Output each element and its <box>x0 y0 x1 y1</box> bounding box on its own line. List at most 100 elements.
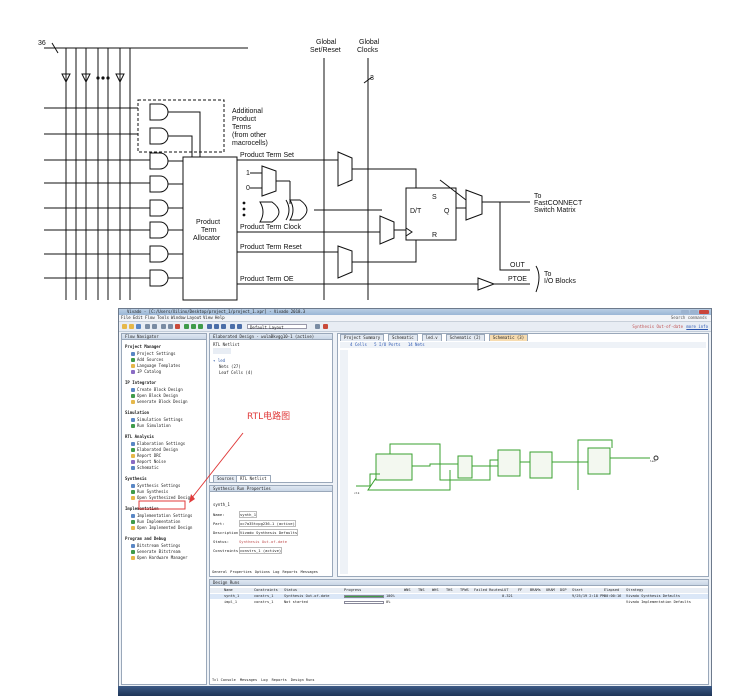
column-header[interactable]: URAM <box>546 588 555 593</box>
properties-tab[interactable]: Messages <box>301 570 318 574</box>
close-button[interactable] <box>699 310 709 314</box>
run-icon[interactable] <box>184 324 189 329</box>
netlist-nets[interactable]: Nets (27) <box>219 364 241 369</box>
new-project-icon[interactable] <box>122 324 127 329</box>
column-header[interactable]: TNS <box>418 588 425 593</box>
column-header[interactable]: BRAMs <box>530 588 541 593</box>
open-project-icon[interactable] <box>129 324 134 329</box>
properties-tab[interactable]: Properties <box>230 570 252 574</box>
fn-section-1[interactable]: IP Integrator <box>125 380 156 385</box>
properties-tab[interactable]: Reports <box>282 570 297 574</box>
menu-view[interactable]: View <box>203 315 213 321</box>
column-header[interactable]: Elapsed <box>604 588 619 593</box>
column-header[interactable]: WHS <box>432 588 439 593</box>
tab-sources[interactable]: Sources <box>213 475 238 482</box>
gear-icon[interactable] <box>221 324 226 329</box>
run-all-icon[interactable] <box>191 324 196 329</box>
netlist-root[interactable]: ▾ led <box>213 358 225 363</box>
column-header[interactable]: Name <box>224 588 233 593</box>
properties-tab[interactable]: Log <box>273 570 280 574</box>
bottom-tab[interactable]: Design Runs <box>290 678 315 682</box>
layout-icon[interactable] <box>237 324 242 329</box>
menu-edit[interactable]: Edit <box>133 315 143 321</box>
fn-item-0-1[interactable]: Add Sources <box>131 357 164 362</box>
column-header[interactable]: WNS <box>404 588 411 593</box>
fn-item-3-0[interactable]: Elaboration Settings <box>131 441 185 446</box>
column-header[interactable]: Progress <box>344 588 361 593</box>
fn-item-3-2[interactable]: Report DRC <box>131 453 161 458</box>
menu-layout[interactable]: Layout <box>187 315 201 321</box>
fn-item-1-2[interactable]: Generate Block Design <box>131 399 188 404</box>
settings-icon[interactable] <box>214 324 219 329</box>
fn-item-4-2[interactable]: Open Synthesized Design <box>131 495 192 500</box>
program-icon[interactable] <box>207 324 212 329</box>
fn-item-6-2[interactable]: Open Hardware Manager <box>131 555 188 560</box>
fn-item-0-2[interactable]: Language Templates <box>131 363 180 368</box>
tab-rtl-netlist[interactable]: RTL Netlist <box>236 475 271 482</box>
fn-section-6[interactable]: Program and Debug <box>125 536 166 541</box>
property-value[interactable]: constrs_1 (active) <box>239 547 283 554</box>
schematic-tab[interactable]: Project Summary <box>340 334 385 341</box>
column-header[interactable]: THS <box>446 588 453 593</box>
fn-item-4-1[interactable]: Run Synthesis <box>131 489 168 494</box>
column-header[interactable]: Constraints <box>254 588 278 593</box>
fn-item-6-0[interactable]: Bitstream Settings <box>131 543 180 548</box>
undo-icon[interactable] <box>145 324 150 329</box>
menu-flow[interactable]: Flow <box>145 315 155 321</box>
fn-item-2-1[interactable]: Run Simulation <box>131 423 171 428</box>
stop-icon[interactable] <box>323 324 328 329</box>
fn-item-1-0[interactable]: Create Block Design <box>131 387 183 392</box>
minimize-button[interactable] <box>681 310 689 314</box>
properties-tab[interactable]: General <box>212 570 227 574</box>
column-header[interactable]: TPWS <box>460 588 469 593</box>
table-row[interactable]: synth_1 constrs_1 Synthesis Out-of-date 100… <box>210 594 708 599</box>
fn-item-1-1[interactable]: Open Block Design <box>131 393 178 398</box>
property-value[interactable]: Vivado Synthesis Defaults <box>239 529 299 536</box>
layout-select[interactable]: Default Layout <box>247 324 307 330</box>
maximize-button[interactable] <box>690 310 698 314</box>
fn-item-5-0[interactable]: Implementation Settings <box>131 513 192 518</box>
fn-section-0[interactable]: Project Manager <box>125 344 161 349</box>
fn-item-0-0[interactable]: Project Settings <box>131 351 176 356</box>
column-header[interactable]: Status <box>284 588 297 593</box>
redo-icon[interactable] <box>152 324 157 329</box>
schematic-tab[interactable]: Schematic <box>388 334 418 341</box>
column-header[interactable]: Strategy <box>626 588 643 593</box>
bottom-tab[interactable]: Reports <box>272 678 287 682</box>
menu-tools[interactable]: Tools <box>157 315 169 321</box>
fn-section-4[interactable]: Synthesis <box>125 476 147 481</box>
paste-icon[interactable] <box>168 324 173 329</box>
properties-tab[interactable]: Options <box>255 570 270 574</box>
property-value[interactable]: Synthesis Out-of-date <box>239 539 288 544</box>
column-header[interactable]: DSP <box>560 588 567 593</box>
bottom-tab[interactable]: Messages <box>240 678 257 682</box>
more-info-link[interactable]: more info <box>686 323 708 330</box>
schematic-tab[interactable]: Schematic (3) <box>488 334 529 341</box>
fn-section-5[interactable]: Implementation <box>125 506 159 511</box>
menu-window[interactable]: Window <box>171 315 185 321</box>
step-icon[interactable] <box>198 324 203 329</box>
fn-item-3-3[interactable]: Report Noise <box>131 459 166 464</box>
fn-item-2-0[interactable]: Simulation Settings <box>131 417 183 422</box>
fn-item-4-0[interactable]: Synthesis Settings <box>131 483 180 488</box>
save-icon[interactable] <box>136 324 141 329</box>
fit-icon[interactable] <box>315 324 320 329</box>
nets-count[interactable]: 14 Nets <box>408 342 425 347</box>
sigma-icon[interactable] <box>230 324 235 329</box>
fn-section-3[interactable]: RTL Analysis <box>125 434 154 439</box>
schematic-tab[interactable]: led.v <box>421 334 442 341</box>
schematic-tab[interactable]: Schematic (2) <box>445 334 485 341</box>
property-value[interactable]: synth_1 <box>239 511 258 518</box>
bottom-tab[interactable]: Log <box>261 678 268 682</box>
menu-help[interactable]: Help <box>215 315 225 321</box>
menu-file[interactable]: File <box>121 315 131 321</box>
search-commands-input[interactable]: Search commands <box>671 315 707 321</box>
netlist-leaf-cells[interactable]: Leaf Cells (4) <box>219 370 253 375</box>
delete-icon[interactable] <box>175 324 180 329</box>
fn-item-5-2[interactable]: Open Implemented Design <box>131 525 192 530</box>
fn-section-2[interactable]: Simulation <box>125 410 149 415</box>
column-header[interactable]: Start <box>572 588 583 593</box>
fn-item-0-3[interactable]: IP Catalog <box>131 369 161 374</box>
rtl-schematic-canvas[interactable]: led clk <box>350 350 706 572</box>
fn-item-3-1[interactable]: Elaborated Design <box>131 447 178 452</box>
